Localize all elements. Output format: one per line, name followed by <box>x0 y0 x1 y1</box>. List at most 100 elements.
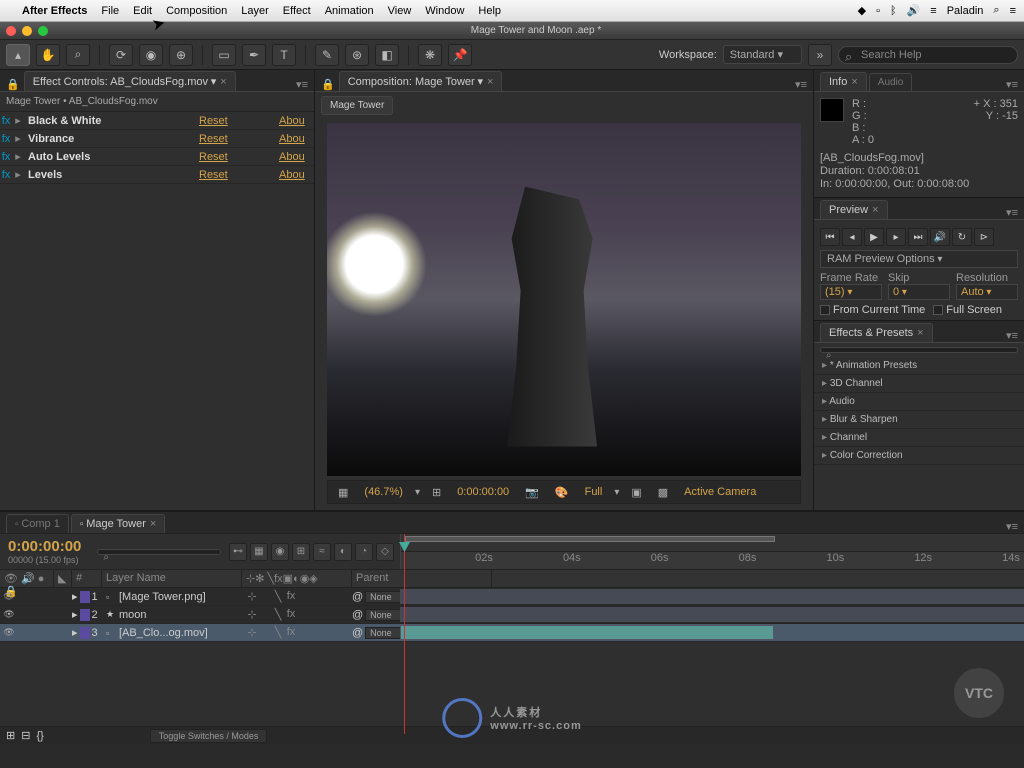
effect-twirl-icon[interactable]: ▸ <box>12 132 24 145</box>
roto-tool[interactable]: ❋ <box>418 44 442 66</box>
preset-audio[interactable]: Audio <box>814 393 1024 411</box>
effect-row-vibrance[interactable]: fx ▸ Vibrance Reset Abou <box>0 130 314 148</box>
twirl-icon[interactable]: ▸ <box>72 608 78 621</box>
menu-layer[interactable]: Layer <box>241 5 269 17</box>
effect-reset-link[interactable]: Reset <box>199 151 279 163</box>
volume-icon[interactable]: 🔊 <box>907 4 921 17</box>
preset-channel[interactable]: Channel <box>814 429 1024 447</box>
info-tab[interactable]: Info× <box>820 72 867 91</box>
collapse-icon[interactable]: ⊟ <box>21 729 30 742</box>
effect-about-link[interactable]: Abou <box>279 169 314 181</box>
effect-row-auto-levels[interactable]: fx ▸ Auto Levels Reset Abou <box>0 148 314 166</box>
ram-preview-dropdown[interactable]: RAM Preview Options ▾ <box>820 250 1018 268</box>
viewer-grid-icon[interactable]: ▦ <box>334 486 352 499</box>
menu-composition[interactable]: Composition <box>166 5 227 17</box>
preset-color-correction[interactable]: Color Correction <box>814 447 1024 465</box>
fx-toggle-icon[interactable]: fx <box>0 133 12 145</box>
menu-animation[interactable]: Animation <box>325 5 374 17</box>
effect-twirl-icon[interactable]: ▸ <box>12 114 24 127</box>
close-icon[interactable]: × <box>872 204 878 216</box>
frame-rate-dropdown[interactable]: (15) ▾ <box>820 284 882 300</box>
pen-tool[interactable]: ✒ <box>242 44 266 66</box>
auto-keyframe-icon[interactable]: ◇ <box>376 543 394 561</box>
graph-editor-icon[interactable]: ◔ <box>355 543 373 561</box>
composition-subtab[interactable]: Mage Tower <box>321 96 393 115</box>
panel-menu-icon[interactable]: ▾≡ <box>1006 520 1018 533</box>
motion-blur-icon[interactable]: ≈ <box>313 543 331 561</box>
composition-tab[interactable]: Composition: Mage Tower ▾× <box>339 71 503 91</box>
effect-reset-link[interactable]: Reset <box>199 133 279 145</box>
layer-color-label[interactable] <box>80 627 90 639</box>
script-icon[interactable]: ≡ <box>930 5 936 17</box>
brainstorm-icon[interactable]: ◐ <box>334 543 352 561</box>
twirl-icon[interactable]: ▸ <box>72 626 78 639</box>
expand-icon[interactable]: ⊞ <box>6 729 15 742</box>
close-icon[interactable]: × <box>917 327 923 339</box>
effect-about-link[interactable]: Abou <box>279 151 314 163</box>
selection-tool[interactable]: ▴ <box>6 44 30 66</box>
skip-dropdown[interactable]: 0 ▾ <box>888 284 950 300</box>
menu-help[interactable]: Help <box>478 5 501 17</box>
menu-window[interactable]: Window <box>425 5 464 17</box>
fx-toggle-icon[interactable]: fx <box>0 151 12 163</box>
shy-icon[interactable]: ◉ <box>271 543 289 561</box>
layer-color-label[interactable] <box>80 609 90 621</box>
panel-menu-icon[interactable]: ▾≡ <box>795 78 807 91</box>
camera-tool[interactable]: ◉ <box>139 44 163 66</box>
play-button[interactable]: ▶ <box>864 228 884 246</box>
visibility-toggle[interactable]: 👁 <box>2 608 16 622</box>
spotlight-icon[interactable]: ⌕ <box>993 4 999 17</box>
brush-tool[interactable]: ✎ <box>315 44 339 66</box>
visibility-toggle[interactable]: 👁 <box>2 590 16 604</box>
eraser-tool[interactable]: ◧ <box>375 44 399 66</box>
effects-presets-tab[interactable]: Effects & Presets× <box>820 323 933 342</box>
clone-tool[interactable]: ⊛ <box>345 44 369 66</box>
transparency-icon[interactable]: ▩ <box>654 486 672 499</box>
tab-dropdown-icon[interactable]: ▾ <box>477 76 483 88</box>
visibility-toggle[interactable]: 👁 <box>2 626 16 640</box>
frame-blend-icon[interactable]: ⊞ <box>292 543 310 561</box>
window-close-button[interactable] <box>6 26 16 36</box>
panel-menu-icon[interactable]: ▾≡ <box>296 78 308 91</box>
fx-toggle-icon[interactable]: fx <box>0 115 12 127</box>
search-icon[interactable]: » <box>808 44 832 66</box>
rotate-tool[interactable]: ⟳ <box>109 44 133 66</box>
pickwhip-icon[interactable]: @ <box>352 609 363 621</box>
resolution-icon[interactable]: ⊞ <box>428 486 445 499</box>
rectangle-tool[interactable]: ▭ <box>212 44 236 66</box>
effect-reset-link[interactable]: Reset <box>199 115 279 127</box>
user-label[interactable]: Paladin <box>947 5 984 17</box>
hand-tool[interactable]: ✋ <box>36 44 60 66</box>
close-icon[interactable]: × <box>220 76 226 88</box>
prev-frame-button[interactable]: ◂ <box>842 228 862 246</box>
timeline-ruler[interactable]: 02s 04s 06s 08s 10s 12s 14s <box>400 534 1024 569</box>
comp-mini-flowchart-icon[interactable]: ⊷ <box>229 543 247 561</box>
close-icon[interactable]: × <box>851 76 857 88</box>
preview-tab[interactable]: Preview× <box>820 200 888 219</box>
twirl-icon[interactable]: ▸ <box>72 590 78 603</box>
menu-edit[interactable]: Edit <box>133 5 152 17</box>
puppet-tool[interactable]: 📌 <box>448 44 472 66</box>
timeline-timecode[interactable]: 0:00:00:00 <box>8 538 81 555</box>
col-parent[interactable]: Parent <box>352 570 492 587</box>
layer-bar-2[interactable] <box>400 607 1024 622</box>
panel-lock-icon[interactable]: 🔒 <box>321 78 335 91</box>
time-display[interactable]: 0:00:00:00 <box>453 486 513 498</box>
first-frame-button[interactable]: ⏮ <box>820 228 840 246</box>
snapshot-icon[interactable]: 📷 <box>521 486 543 499</box>
panel-lock-icon[interactable]: 🔒 <box>6 78 20 91</box>
toggle-switches-button[interactable]: Toggle Switches / Modes <box>150 729 268 743</box>
roi-icon[interactable]: ▣ <box>627 486 645 499</box>
panel-menu-icon[interactable]: ▾≡ <box>1006 329 1018 342</box>
timeline-playhead[interactable] <box>404 534 405 734</box>
draft3d-icon[interactable]: ▦ <box>250 543 268 561</box>
window-maximize-button[interactable] <box>38 26 48 36</box>
preset-blur-sharpen[interactable]: Blur & Sharpen <box>814 411 1024 429</box>
menu-view[interactable]: View <box>388 5 412 17</box>
preset-animation-presets[interactable]: * Animation Presets <box>814 357 1024 375</box>
zoom-dropdown[interactable]: (46.7%) <box>360 486 407 498</box>
pickwhip-icon[interactable]: @ <box>352 627 363 639</box>
dropbox-icon[interactable]: ▫ <box>876 5 880 17</box>
col-visibility[interactable]: 👁 🔊 ● 🔒 <box>0 570 54 587</box>
timeline-search-input[interactable] <box>97 549 221 555</box>
